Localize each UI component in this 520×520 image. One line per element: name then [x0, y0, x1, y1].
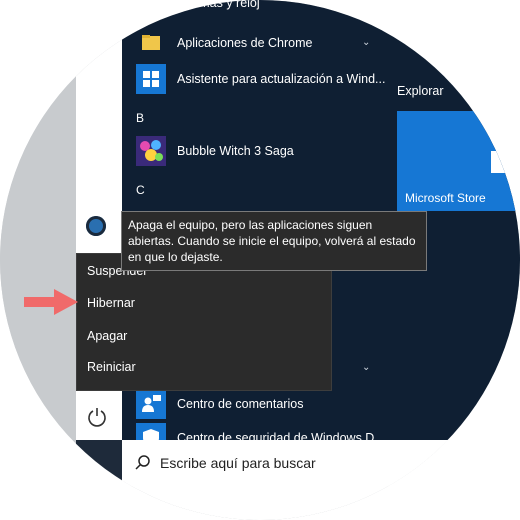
search-icon — [135, 455, 150, 470]
app-item-feedback-hub[interactable]: Centro de comentarios — [136, 389, 303, 419]
letter-header-c[interactable]: C — [136, 183, 145, 197]
menu-item-shutdown[interactable]: Apagar — [87, 329, 127, 343]
chevron-down-icon[interactable]: ⌄ — [362, 37, 370, 48]
store-bag-icon — [491, 151, 513, 173]
microsoft-store-tile[interactable]: Microsoft Store — [397, 111, 520, 211]
screenshot-circle-mask: Alarmas y reloj Aplicaciones de Chrome ⌄ — [0, 0, 520, 520]
pointer-arrow-icon — [24, 289, 78, 315]
menu-item-hibernate[interactable]: Hibernar — [87, 296, 135, 310]
tile-label: Microsoft Store — [405, 191, 486, 205]
hibernate-tooltip: Apaga el equipo, pero las aplicaciones s… — [121, 211, 427, 271]
app-label: Centro de comentarios — [177, 397, 304, 411]
screen: Alarmas y reloj Aplicaciones de Chrome ⌄ — [0, 0, 520, 520]
start-button[interactable] — [76, 440, 122, 520]
power-icon[interactable] — [86, 406, 108, 428]
app-item-chrome-apps[interactable]: Aplicaciones de Chrome — [136, 28, 313, 58]
user-avatar[interactable] — [86, 216, 106, 236]
feedback-hub-icon — [136, 389, 166, 419]
app-label: Asistente para actualización a Wind... — [177, 72, 386, 86]
windows-logo-icon — [136, 64, 166, 94]
clock-icon — [136, 0, 166, 18]
bubble-witch-icon — [136, 136, 166, 166]
app-label: Bubble Witch 3 Saga — [177, 144, 294, 158]
app-item-update-assistant[interactable]: Asistente para actualización a Wind... — [136, 64, 385, 94]
letter-header-b[interactable]: B — [136, 111, 144, 125]
tiles-section-title: Explorar — [397, 84, 444, 98]
power-menu: Suspender Hibernar Apagar Reiniciar — [76, 253, 332, 391]
search-placeholder: Escribe aquí para buscar — [160, 455, 316, 471]
app-item-bubble-witch[interactable]: Bubble Witch 3 Saga — [136, 136, 294, 166]
search-input[interactable]: Escribe aquí para buscar — [122, 440, 520, 486]
app-label: Aplicaciones de Chrome — [177, 36, 313, 50]
chevron-down-icon[interactable]: ⌄ — [362, 362, 370, 373]
folder-icon — [136, 28, 166, 58]
app-label: Alarmas y reloj — [177, 0, 260, 10]
menu-item-restart[interactable]: Reiniciar — [87, 360, 136, 374]
app-item-partial[interactable]: Alarmas y reloj — [136, 0, 260, 18]
